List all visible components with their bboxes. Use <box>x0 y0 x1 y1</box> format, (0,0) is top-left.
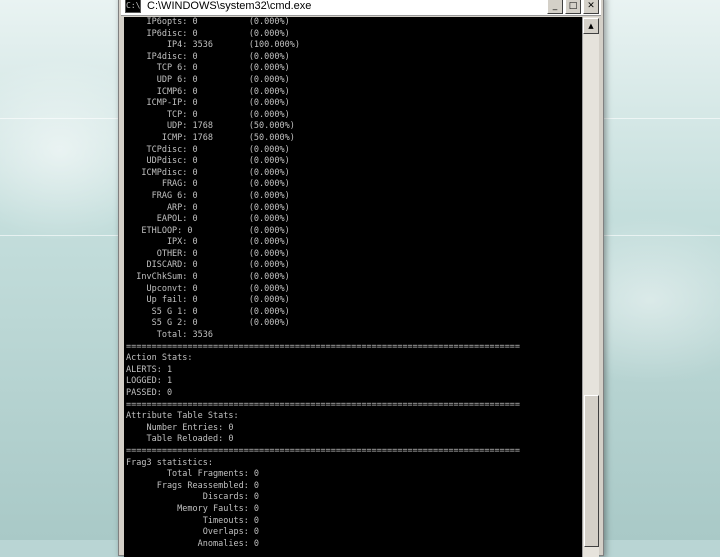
console-line: IP4: 3536 (100.000%) <box>126 40 300 51</box>
console-line: ICMP: 1768 (50.000%) <box>126 132 295 143</box>
console-line: UDPdisc: 0 (0.000%) <box>126 156 290 167</box>
title-bar[interactable]: C:\ C:\WINDOWS\system32\cmd.exe _ □ ✕ <box>121 0 601 16</box>
console-line: IP6opts: 0 (0.000%) <box>126 17 290 27</box>
console-line: OTHER: 0 (0.000%) <box>126 248 290 259</box>
console-line: Anomalies: 0 <box>126 538 260 549</box>
console-line: ========================================… <box>126 399 521 410</box>
console-line: IP4disc: 0 (0.000%) <box>126 51 290 62</box>
console-line: Frag3 statistics: <box>126 457 213 468</box>
window-title: C:\WINDOWS\system32\cmd.exe <box>147 0 312 12</box>
console-line: UDP: 1768 (50.000%) <box>126 121 295 132</box>
cmd-icon: C:\ <box>125 0 141 13</box>
console-line: TCPdisc: 0 (0.000%) <box>126 144 290 155</box>
scroll-thumb[interactable] <box>584 395 599 547</box>
window-controls: _ □ ✕ <box>547 0 599 14</box>
console-line: ETHLOOP: 0 (0.000%) <box>126 225 290 236</box>
console-line: ICMP6: 0 (0.000%) <box>126 86 290 97</box>
console-line: FRAG 6: 0 (0.000%) <box>126 190 290 201</box>
console-line: Discards: 0 <box>126 492 260 503</box>
console-line: Upconvt: 0 (0.000%) <box>126 283 290 294</box>
console-line: Table Reloaded: 0 <box>126 434 234 445</box>
minimize-button[interactable]: _ <box>547 0 563 14</box>
console-line: UDP 6: 0 (0.000%) <box>126 74 290 85</box>
console-line: ICMP-IP: 0 (0.000%) <box>126 98 290 109</box>
console-line: IPX: 0 (0.000%) <box>126 237 290 248</box>
console-line: PASSED: 0 <box>126 388 173 398</box>
console-line: LOGGED: 1 <box>126 376 173 387</box>
console-line: Attribute Table Stats: <box>126 411 239 422</box>
console-line: Frags Reassembled: 0 <box>126 480 260 491</box>
console-line: Overlaps: 0 <box>126 527 260 538</box>
console-line: ARP: 0 (0.000%) <box>126 202 290 213</box>
console-line: EAPOL: 0 (0.000%) <box>126 214 290 225</box>
console-line: ALERTS: 1 <box>126 364 173 375</box>
console-line: ========================================… <box>126 341 521 352</box>
cmd-window[interactable]: C:\ C:\WINDOWS\system32\cmd.exe _ □ ✕ IP… <box>118 0 604 557</box>
console-line: FRAG: 0 (0.000%) <box>126 179 290 190</box>
maximize-button[interactable]: □ <box>565 0 581 14</box>
console-output[interactable]: IP6opts: 0 (0.000%) IP6disc: 0 (0.000%) … <box>124 17 582 557</box>
console-line: Total: 3536 <box>126 330 213 341</box>
close-button[interactable]: ✕ <box>583 0 599 14</box>
console-line: S5 G 2: 0 (0.000%) <box>126 318 290 329</box>
console-line: DISCARD: 0 (0.000%) <box>126 260 290 271</box>
console-line: ICMPdisc: 0 (0.000%) <box>126 167 290 178</box>
console-line: Up fail: 0 (0.000%) <box>126 295 290 306</box>
console-line: Number Entries: 0 <box>126 422 234 433</box>
console-line: Total Fragments: 0 <box>126 469 260 480</box>
console-line: IP6disc: 0 (0.000%) <box>126 28 290 39</box>
console-line: InvChkSum: 0 (0.000%) <box>126 272 290 283</box>
console-line: TCP: 0 (0.000%) <box>126 109 290 120</box>
scroll-up-arrow-icon[interactable]: ▲ <box>583 18 599 34</box>
console-line: Memory Faults: 0 <box>126 503 260 514</box>
console-text: IP6opts: 0 (0.000%) IP6disc: 0 (0.000%) … <box>124 17 582 550</box>
console-line: Timeouts: 0 <box>126 515 260 526</box>
console-line: S5 G 1: 0 (0.000%) <box>126 306 290 317</box>
vertical-scrollbar[interactable]: ▲ <box>582 17 599 557</box>
console-line: Action Stats: <box>126 353 193 364</box>
console-line: ========================================… <box>126 445 521 456</box>
console-line: TCP 6: 0 (0.000%) <box>126 63 290 74</box>
